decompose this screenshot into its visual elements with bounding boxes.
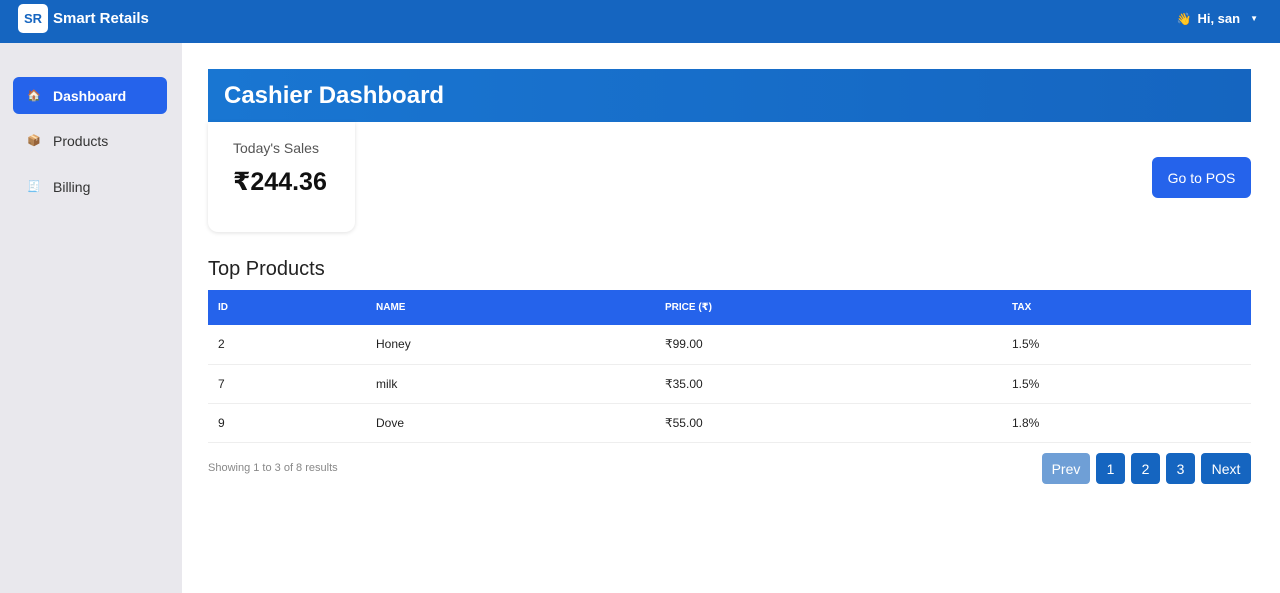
receipt-icon: 🧾 bbox=[27, 181, 41, 193]
cell-id: 2 bbox=[218, 337, 225, 352]
column-header-id: ID bbox=[218, 302, 228, 313]
cell-price: ₹55.00 bbox=[665, 415, 703, 430]
sidebar-item-billing[interactable]: 🧾 Billing bbox=[13, 168, 167, 205]
page-3-button[interactable]: 3 bbox=[1166, 453, 1195, 484]
next-page-button[interactable]: Next bbox=[1201, 453, 1251, 484]
table-row: 7 milk ₹35.00 1.5% bbox=[208, 364, 1251, 403]
page-banner: Cashier Dashboard bbox=[208, 69, 1251, 122]
brand-name[interactable]: Smart Retails bbox=[53, 10, 149, 27]
cell-tax: 1.8% bbox=[1012, 415, 1040, 430]
page-1-button[interactable]: 1 bbox=[1096, 453, 1125, 484]
results-summary: Showing 1 to 3 of 8 results bbox=[208, 462, 338, 474]
cell-price: ₹99.00 bbox=[665, 337, 703, 352]
page-title: Cashier Dashboard bbox=[224, 81, 445, 109]
app-logo[interactable]: SR bbox=[18, 4, 48, 33]
sidebar-item-dashboard[interactable]: 🏠 Dashboard bbox=[13, 77, 167, 114]
table-row: 2 Honey ₹99.00 1.5% bbox=[208, 325, 1251, 364]
cell-name: Honey bbox=[376, 337, 411, 352]
todays-sales-card: Today's Sales ₹244.36 bbox=[208, 122, 355, 232]
page-2-button[interactable]: 2 bbox=[1131, 453, 1160, 484]
cell-price: ₹35.00 bbox=[665, 376, 703, 391]
sales-label: Today's Sales bbox=[233, 140, 319, 156]
table-header-row: ID NAME PRICE (₹) TAX bbox=[208, 290, 1251, 325]
cell-tax: 1.5% bbox=[1012, 376, 1040, 391]
user-greeting: Hi, san bbox=[1197, 11, 1241, 26]
pagination: Prev 1 2 3 Next bbox=[1042, 453, 1251, 484]
prev-page-button[interactable]: Prev bbox=[1042, 453, 1090, 484]
cell-name: milk bbox=[376, 376, 398, 391]
caret-down-icon: ▼ bbox=[1250, 14, 1258, 23]
top-navbar: SR Smart Retails 👋 Hi, san ▼ bbox=[0, 0, 1280, 43]
cell-tax: 1.5% bbox=[1012, 337, 1040, 352]
package-icon: 📦 bbox=[27, 135, 41, 147]
top-products-table: ID NAME PRICE (₹) TAX 2 Honey ₹99.00 1.5… bbox=[208, 290, 1251, 443]
top-products-title: Top Products bbox=[208, 258, 325, 280]
sidebar: 🏠 Dashboard 📦 Products 🧾 Billing bbox=[0, 43, 182, 593]
sidebar-item-label: Products bbox=[53, 132, 109, 149]
user-menu[interactable]: 👋 Hi, san ▼ bbox=[1177, 11, 1259, 26]
column-header-tax: TAX bbox=[1012, 302, 1032, 313]
sidebar-item-label: Billing bbox=[53, 178, 91, 195]
cell-id: 7 bbox=[218, 376, 225, 391]
go-to-pos-button[interactable]: Go to POS bbox=[1152, 157, 1251, 198]
main-content: Cashier Dashboard Today's Sales ₹244.36 … bbox=[182, 43, 1280, 593]
home-icon: 🏠 bbox=[27, 90, 41, 102]
column-header-price: PRICE (₹) bbox=[665, 302, 712, 313]
column-header-name: NAME bbox=[376, 302, 406, 313]
wave-icon: 👋 bbox=[1176, 11, 1192, 26]
sidebar-item-products[interactable]: 📦 Products bbox=[13, 122, 167, 159]
sidebar-item-label: Dashboard bbox=[53, 87, 127, 104]
cell-id: 9 bbox=[218, 415, 225, 430]
table-row: 9 Dove ₹55.00 1.8% bbox=[208, 403, 1251, 442]
cell-name: Dove bbox=[376, 415, 405, 430]
sales-value: ₹244.36 bbox=[233, 168, 327, 196]
